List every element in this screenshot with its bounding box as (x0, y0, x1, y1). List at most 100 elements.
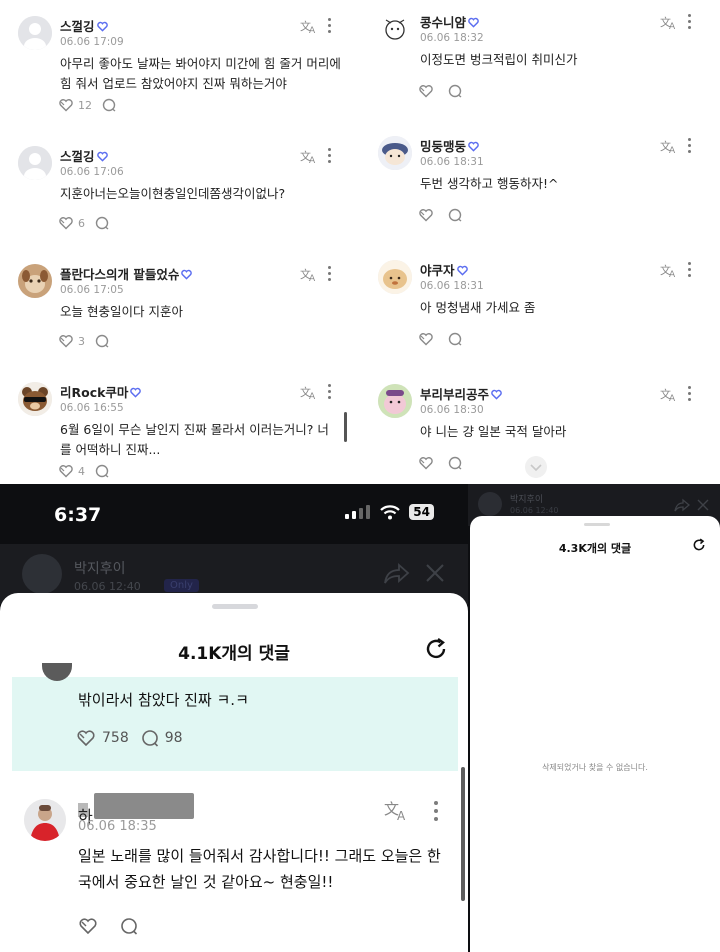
close-icon[interactable] (696, 498, 710, 512)
share-icon[interactable] (384, 562, 410, 584)
comment-text: 이정도면 벙크적립이 취미신가 (420, 52, 578, 67)
share-icon[interactable] (674, 498, 690, 512)
like-icon[interactable] (418, 208, 434, 222)
scrollbar[interactable] (344, 412, 347, 442)
comment-item[interactable]: 콩수니얌 06.06 18:32 이정도면 벙크적립이 취미신가 文A (360, 12, 720, 112)
more-options-icon[interactable] (328, 384, 332, 400)
more-options-icon[interactable] (328, 18, 332, 34)
reply-icon[interactable] (448, 84, 462, 98)
like-count: 3 (78, 334, 85, 348)
more-options-icon[interactable] (434, 801, 438, 823)
avatar[interactable] (24, 799, 66, 841)
like-icon[interactable] (76, 729, 96, 747)
comment-item[interactable]: 야쿠자 06.06 18:31 아 멍청냄새 가세요 좀 文A (360, 260, 720, 360)
sheet-grabber[interactable] (212, 604, 258, 609)
signal-icon (345, 505, 371, 519)
sheet-title: 4.1K개의 댓글 (178, 644, 290, 664)
avatar[interactable] (18, 146, 52, 180)
comment-item[interactable]: 플란다스의개 팥들었슈 06.06 17:05 오늘 현충일이다 지훈아 3 文… (0, 264, 360, 364)
translate-icon[interactable]: 文A (660, 262, 678, 278)
reply-icon[interactable] (448, 208, 462, 222)
more-options-icon[interactable] (688, 262, 692, 278)
refresh-icon[interactable] (424, 637, 448, 661)
post-date: 06.06 12:40 (74, 580, 141, 593)
like-icon[interactable] (58, 334, 74, 348)
refresh-icon[interactable] (692, 538, 706, 552)
avatar[interactable] (18, 264, 52, 298)
comment-author: 콩수니얌 (420, 15, 467, 30)
avatar[interactable] (378, 136, 412, 170)
more-options-icon[interactable] (688, 386, 692, 402)
reply-icon[interactable] (95, 334, 109, 348)
more-options-icon[interactable] (328, 148, 332, 164)
scrollbar[interactable] (461, 767, 465, 901)
comment-item[interactable]: 밍둥맹둥 06.06 18:31 두번 생각하고 행동하자!^ 文A (360, 136, 720, 236)
translate-icon[interactable]: 文A (660, 14, 678, 30)
translate-icon[interactable]: 文A (300, 266, 318, 282)
comment-text: 아무리 좋아도 날짜는 봐어야지 미간에 힘 줄거 머리에 힘 줘서 업로드 참… (60, 56, 341, 91)
avatar[interactable] (18, 16, 52, 50)
verified-heart-icon (130, 387, 142, 398)
profile-photo-icon (24, 799, 66, 841)
comment-actions (418, 332, 462, 346)
verified-heart-icon (468, 17, 479, 28)
reply-count: 98 (164, 730, 183, 746)
post-author: 박지후이 (510, 495, 544, 505)
close-icon[interactable] (424, 562, 446, 584)
reply-icon[interactable] (120, 917, 138, 935)
comment-column-right: 콩수니얌 06.06 18:32 이정도면 벙크적립이 취미신가 文A 밍둥맹둥… (360, 0, 720, 484)
phone-screenshot: 6:37 54 박지후이 06.06 12:40 Only 4.1K개의 댓글 … (0, 484, 468, 952)
like-icon[interactable] (78, 917, 98, 935)
like-count: 6 (78, 216, 85, 230)
avatar[interactable] (478, 492, 502, 516)
like-icon[interactable] (58, 216, 74, 230)
reply-icon[interactable] (448, 456, 462, 470)
verified-heart-icon (456, 265, 468, 276)
post-date: 06.06 12:40 (510, 506, 559, 515)
avatar[interactable] (378, 384, 412, 418)
more-options-icon[interactable] (688, 14, 692, 30)
comment-grid: 스껄깅 06.06 17:09 아무리 좋아도 날짜는 봐어야지 미간에 힘 줄… (0, 0, 720, 484)
translate-icon[interactable]: 文A (300, 384, 318, 400)
highlighted-comment[interactable]: 밖이라서 참았다 진짜 ㅋ.ㅋ 758 98 (12, 663, 458, 771)
like-icon[interactable] (418, 84, 434, 98)
translate-icon[interactable]: 文A (300, 18, 318, 34)
only-badge: Only (164, 579, 199, 592)
translate-icon[interactable]: 文A (660, 386, 678, 402)
avatar[interactable] (378, 12, 412, 46)
comment-date: 06.06 18:30 (420, 404, 484, 416)
default-avatar-icon (18, 146, 52, 180)
reply-icon[interactable] (95, 216, 109, 230)
avatar[interactable] (18, 382, 52, 416)
translate-icon[interactable]: 文A (660, 138, 678, 154)
status-time: 6:37 (54, 504, 102, 526)
comment-item[interactable]: 리Rock쿠마 06.06 16:55 6월 6일이 무슨 날인지 진짜 몰라서… (0, 382, 360, 484)
reply-icon[interactable] (141, 729, 159, 747)
comment-author: 플란다스의개 팥들었슈 (60, 267, 180, 282)
avatar[interactable] (42, 663, 72, 681)
like-icon[interactable] (418, 332, 434, 346)
like-icon[interactable] (418, 456, 434, 470)
more-options-icon[interactable] (328, 266, 332, 282)
doodle-avatar-icon (378, 12, 412, 46)
comment-text: 일본 노래를 많이 들어줘서 감사합니다!! 그래도 오늘은 한국에서 중요한 … (78, 847, 441, 891)
avatar[interactable] (378, 260, 412, 294)
reply-icon[interactable] (102, 98, 116, 112)
comment-date: 06.06 18:31 (420, 156, 484, 168)
comment-item[interactable]: 스껄깅 06.06 17:06 지훈아너는오늘이현충일인데쫌생각이없나? 6 文… (0, 146, 360, 246)
verified-heart-icon (96, 151, 108, 162)
scroll-down-button[interactable] (525, 456, 547, 478)
avatar[interactable] (22, 554, 62, 594)
more-options-icon[interactable] (688, 138, 692, 154)
like-icon[interactable] (58, 98, 74, 112)
like-icon[interactable] (58, 464, 74, 478)
translate-icon[interactable]: 文A (300, 148, 318, 164)
reply-icon[interactable] (448, 332, 462, 346)
battery-level: 54 (409, 504, 434, 520)
comment-date: 06.06 16:55 (60, 402, 124, 414)
sheet-grabber[interactable] (584, 523, 610, 526)
translate-icon[interactable]: 文A (384, 799, 410, 821)
reply-icon[interactable] (95, 464, 109, 478)
comment-actions (78, 917, 138, 935)
comment-item[interactable]: 스껄깅 06.06 17:09 아무리 좋아도 날짜는 봐어야지 미간에 힘 줄… (0, 16, 360, 126)
